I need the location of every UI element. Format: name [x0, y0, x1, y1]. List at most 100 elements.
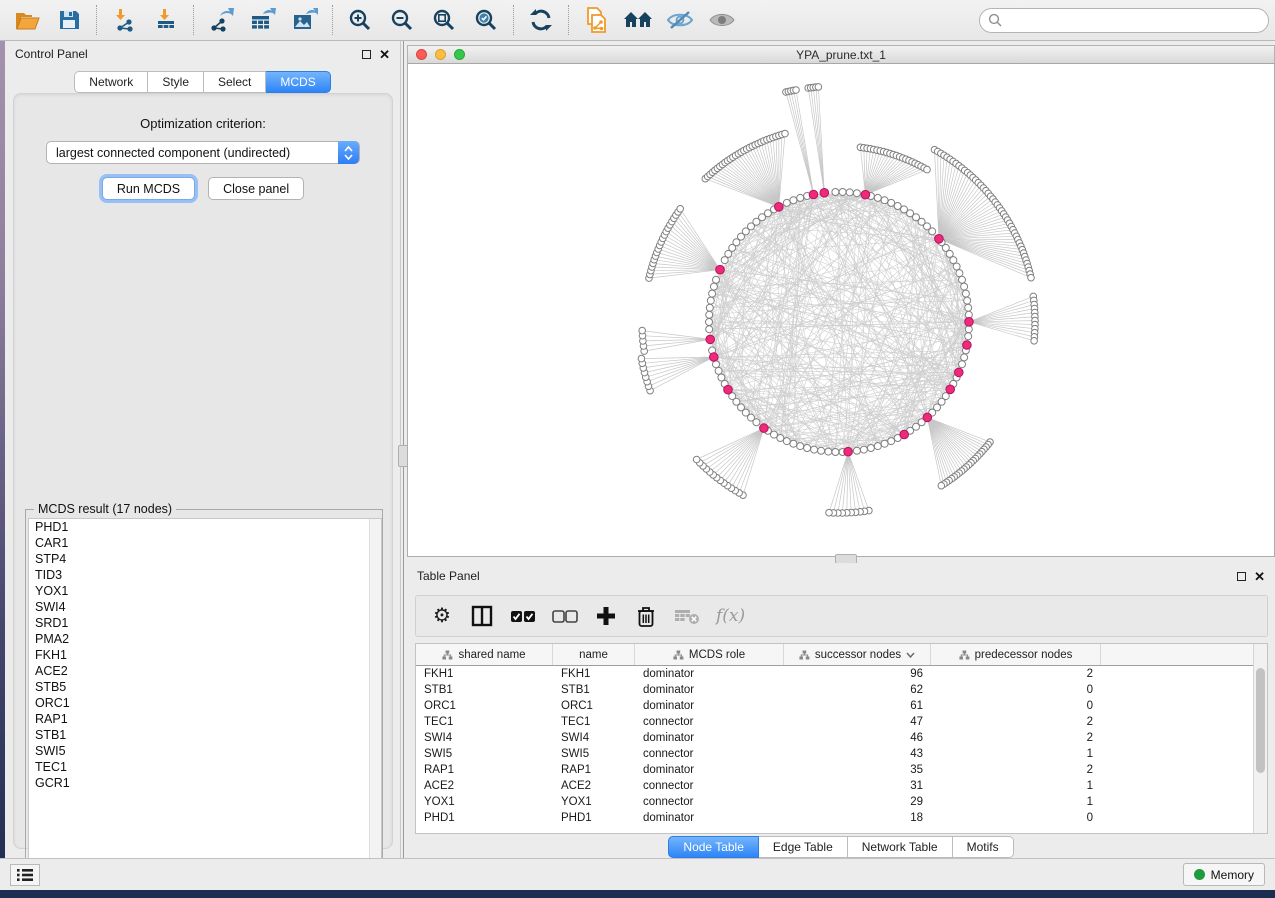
table-row[interactable]: FKH1FKH1dominator962	[416, 666, 1267, 682]
mcds-result-item[interactable]: PMA2	[29, 631, 381, 647]
cell-successor-nodes: 35	[784, 764, 931, 776]
mcds-result-item[interactable]: TEC1	[29, 759, 381, 775]
import-table-button[interactable]	[145, 3, 187, 37]
cell-name: RAP1	[553, 764, 635, 776]
table-row[interactable]: TEC1TEC1connector472	[416, 714, 1267, 730]
cell-shared-name: TEC1	[416, 716, 553, 728]
zoom-out-button[interactable]	[381, 3, 423, 37]
table-row[interactable]: PHD1PHD1dominator180	[416, 810, 1267, 826]
import-network-button[interactable]	[103, 3, 145, 37]
cell-name: FKH1	[553, 668, 635, 680]
optimization-criterion-select[interactable]: largest connected component (undirected)	[46, 141, 360, 164]
refresh-button[interactable]	[520, 3, 562, 37]
select-all-button[interactable]	[510, 601, 536, 631]
close-panel-icon[interactable]: ✕	[1254, 572, 1265, 581]
cell-MCDS-role: connector	[635, 780, 784, 792]
first-neighbors-button[interactable]	[617, 3, 659, 37]
mcds-result-item[interactable]: FKH1	[29, 647, 381, 663]
run-mcds-button[interactable]: Run MCDS	[102, 177, 195, 200]
export-network-button[interactable]	[200, 3, 242, 37]
scrollbar-thumb[interactable]	[1256, 668, 1265, 773]
tab-network-table[interactable]: Network Table	[848, 836, 953, 858]
memory-button[interactable]: Memory	[1183, 863, 1265, 886]
mcds-result-item[interactable]: PHD1	[29, 519, 381, 535]
tab-motifs[interactable]: Motifs	[953, 836, 1014, 858]
mcds-result-item[interactable]: TID3	[29, 567, 381, 583]
show-all-icon	[708, 11, 736, 29]
table-row[interactable]: STB1STB1dominator620	[416, 682, 1267, 698]
export-network-icon	[208, 8, 234, 32]
mcds-result-item[interactable]: CAR1	[29, 535, 381, 551]
table-header-row: shared namenameMCDS rolesuccessor nodesp…	[416, 644, 1267, 666]
tab-network[interactable]: Network	[74, 71, 148, 93]
tab-node-table[interactable]: Node Table	[668, 836, 759, 858]
hide-selected-button[interactable]	[659, 3, 701, 37]
tab-mcds[interactable]: MCDS	[266, 71, 330, 93]
task-history-button[interactable]	[10, 864, 40, 886]
search-input[interactable]	[979, 8, 1269, 33]
table-row[interactable]: YOX1YOX1connector291	[416, 794, 1267, 810]
mcds-result-item[interactable]: GCR1	[29, 775, 381, 791]
settings-button[interactable]: ⚙	[430, 601, 454, 631]
float-panel-icon[interactable]	[362, 50, 371, 59]
table-row[interactable]: ACE2ACE2connector311	[416, 778, 1267, 794]
network-window-titlebar[interactable]: YPA_prune.txt_1	[407, 45, 1275, 64]
columns-button[interactable]	[470, 601, 494, 631]
zoom-selected-button[interactable]	[465, 3, 507, 37]
table-row[interactable]: RAP1RAP1dominator352	[416, 762, 1267, 778]
select-stepper-icon	[338, 141, 359, 164]
clone-network-button[interactable]	[575, 3, 617, 37]
select-all-icon	[510, 610, 536, 623]
task-list-icon	[16, 868, 34, 882]
column-header-predecessor-nodes[interactable]: predecessor nodes	[931, 644, 1101, 665]
zoom-fit-button[interactable]	[423, 3, 465, 37]
close-panel-icon[interactable]: ✕	[379, 50, 390, 59]
mcds-result-item[interactable]: STB5	[29, 679, 381, 695]
mcds-result-item[interactable]: STB1	[29, 727, 381, 743]
zoom-in-button[interactable]	[339, 3, 381, 37]
mcds-result-item[interactable]: YOX1	[29, 583, 381, 599]
mcds-result-item[interactable]: STP4	[29, 551, 381, 567]
mcds-result-item[interactable]: RAP1	[29, 711, 381, 727]
add-button[interactable]	[594, 601, 618, 631]
show-all-button[interactable]	[701, 3, 743, 37]
toolbar-separator	[513, 5, 514, 35]
cell-name: TEC1	[553, 716, 635, 728]
cell-MCDS-role: connector	[635, 716, 784, 728]
open-file-button[interactable]	[6, 3, 48, 37]
deselect-all-button[interactable]	[552, 601, 578, 631]
mcds-result-list[interactable]: PHD1CAR1STP4TID3YOX1SWI4SRD1PMA2FKH1ACE2…	[28, 518, 382, 876]
mcds-result-item[interactable]: SRD1	[29, 615, 381, 631]
column-header-successor-nodes[interactable]: successor nodes	[784, 644, 931, 665]
mcds-list-scrollbar[interactable]	[369, 519, 381, 875]
sort-menu-icon[interactable]	[906, 652, 915, 658]
table-scrollbar[interactable]	[1253, 644, 1267, 833]
close-panel-button[interactable]: Close panel	[208, 177, 304, 200]
cell-predecessor-nodes: 1	[931, 780, 1101, 792]
column-header-MCDS-role[interactable]: MCDS role	[635, 644, 784, 665]
cell-name: ORC1	[553, 700, 635, 712]
table-row[interactable]: SWI5SWI5connector431	[416, 746, 1267, 762]
mcds-result-item[interactable]: SWI4	[29, 599, 381, 615]
mcds-result-item[interactable]: ACE2	[29, 663, 381, 679]
tab-edge-table[interactable]: Edge Table	[759, 836, 848, 858]
mcds-result-item[interactable]: ORC1	[29, 695, 381, 711]
delete-button[interactable]	[634, 601, 658, 631]
save-session-button[interactable]	[48, 3, 90, 37]
cell-MCDS-role: connector	[635, 796, 784, 808]
export-image-button[interactable]	[284, 3, 326, 37]
cell-successor-nodes: 29	[784, 796, 931, 808]
table-row[interactable]: SWI4SWI4dominator462	[416, 730, 1267, 746]
column-header-name[interactable]: name	[553, 644, 635, 665]
mcds-result-item[interactable]: SWI5	[29, 743, 381, 759]
tab-style[interactable]: Style	[148, 71, 204, 93]
column-header-shared-name[interactable]: shared name	[416, 644, 553, 665]
add-icon	[596, 606, 616, 626]
network-canvas[interactable]	[407, 64, 1275, 557]
attribute-type-icon	[959, 650, 970, 660]
table-row[interactable]: ORC1ORC1dominator610	[416, 698, 1267, 714]
zoom-fit-icon	[432, 8, 456, 32]
float-panel-icon[interactable]	[1237, 572, 1246, 581]
export-table-button[interactable]	[242, 3, 284, 37]
tab-select[interactable]: Select	[204, 71, 266, 93]
